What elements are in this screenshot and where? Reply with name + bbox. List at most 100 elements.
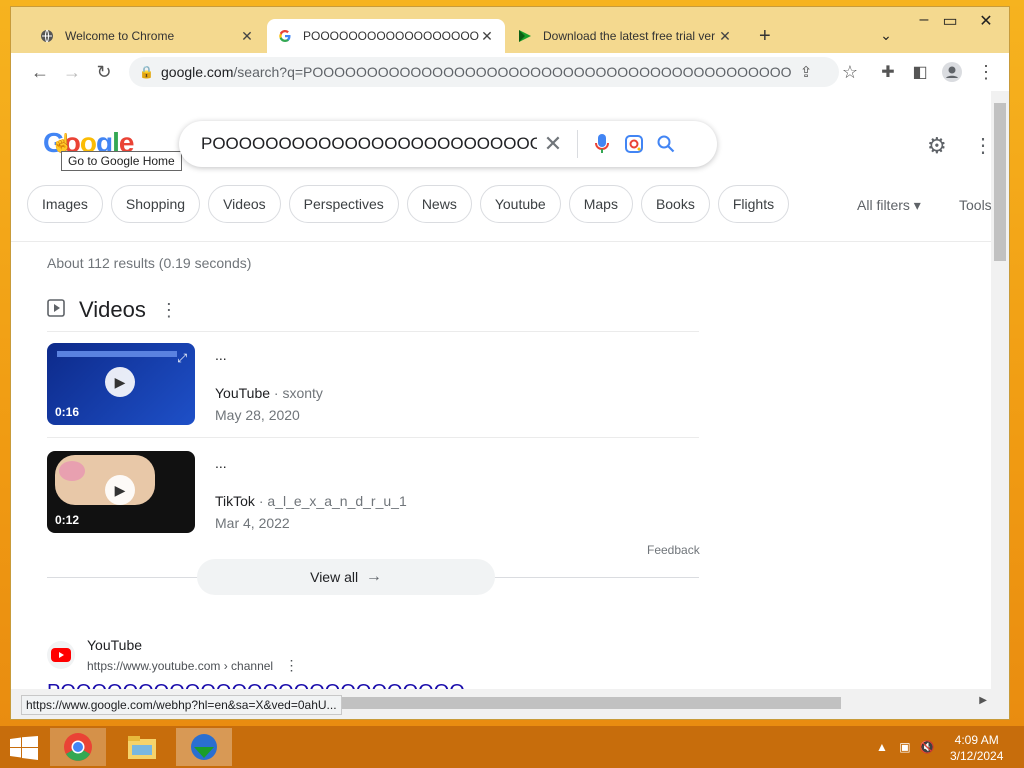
close-tab-icon[interactable]: ✕ <box>717 28 733 45</box>
windows-start-icon[interactable] <box>10 736 38 765</box>
reload-icon[interactable]: ↻ <box>91 59 117 85</box>
url-text: google.com/search?q=POOOOOOOOOOOOOOOOOOO… <box>161 64 791 80</box>
videos-heading: Videos <box>79 297 146 322</box>
system-tray: ▲ ▣ 🔇 <box>876 740 935 754</box>
video-duration: 0:12 <box>55 513 80 527</box>
idm-icon <box>517 28 533 44</box>
video-title[interactable]: ... <box>215 455 407 471</box>
chip-books[interactable]: Books <box>640 185 710 223</box>
filter-chips: Images Shopping Videos Perspectives News… <box>27 185 790 223</box>
share-icon[interactable]: ⇪ <box>793 59 819 85</box>
tab-label: Welcome to Chrome <box>65 29 175 43</box>
more-options-icon[interactable]: ⋮ <box>284 657 298 673</box>
chip-shopping[interactable]: Shopping <box>110 185 201 223</box>
video-date: Mar 4, 2022 <box>215 515 290 531</box>
video-source: TikTok <box>215 493 255 509</box>
all-filters-button[interactable]: All filters ▾ <box>857 197 921 214</box>
volume-muted-icon[interactable]: 🔇 <box>920 740 935 754</box>
lock-icon[interactable]: 🔒 <box>139 65 154 79</box>
chip-youtube[interactable]: Youtube <box>479 185 561 223</box>
tab-download[interactable]: Download the latest free trial ver ✕ <box>507 19 743 53</box>
back-arrow-icon[interactable]: ← <box>27 59 53 85</box>
result-title-link[interactable]: POOOOOOOOOOOOOOOOOOOOOOOOOO <box>47 681 465 689</box>
header-divider <box>11 241 991 242</box>
search-input[interactable]: POOOOOOOOOOOOOOOOOOOOOOOOOOOOOOOOOOOOOO <box>201 134 537 154</box>
video-meta: ... YouTube · sxonty May 28, 2020 <box>215 347 323 423</box>
tab-search-chevron-icon[interactable]: ⌄ <box>871 27 901 44</box>
play-icon: ▶ <box>105 475 135 505</box>
google-apps-grid-icon[interactable]: ⋮⋮ <box>973 133 991 158</box>
chip-flights[interactable]: Flights <box>717 185 790 223</box>
videos-section-header: Videos ⋮ <box>47 297 178 323</box>
video-author: a_l_e_x_a_n_d_r_u_1 <box>267 493 407 509</box>
taskbar: ▲ ▣ 🔇 4:09 AM 3/12/2024 <box>0 726 1024 768</box>
chip-images[interactable]: Images <box>27 185 103 223</box>
video-source: YouTube <box>215 385 271 401</box>
settings-gear-icon[interactable]: ⚙ <box>927 133 947 159</box>
scrollbar-thumb[interactable] <box>341 697 841 709</box>
close-tab-icon[interactable]: ✕ <box>239 28 255 45</box>
show-hidden-icons-icon[interactable]: ▲ <box>876 740 888 754</box>
google-icon <box>277 28 293 44</box>
bookmark-star-icon[interactable]: ☆ <box>837 59 863 85</box>
chip-maps[interactable]: Maps <box>568 185 633 223</box>
clear-search-icon[interactable]: ✕ <box>537 131 569 157</box>
expand-icon: ⤢ <box>177 351 187 365</box>
video-meta: ... TikTok · a_l_e_x_a_n_d_r_u_1 Mar 4, … <box>215 455 407 531</box>
tab-label: Download the latest free trial ver <box>543 29 716 43</box>
extensions-puzzle-icon[interactable]: ✚ <box>875 59 901 85</box>
side-panel-icon[interactable]: ◧ <box>907 59 933 85</box>
idm-taskbar-icon[interactable] <box>176 728 232 766</box>
close-tab-icon[interactable]: ✕ <box>479 28 495 45</box>
logo-tooltip: Go to Google Home <box>61 151 182 171</box>
vertical-scrollbar[interactable] <box>991 91 1009 689</box>
video-thumbnail[interactable]: ▶ 0:12 <box>47 451 195 533</box>
network-icon[interactable]: ▣ <box>899 740 910 754</box>
video-divider <box>47 331 699 332</box>
plus-icon: + <box>759 24 771 47</box>
video-duration: 0:16 <box>55 405 80 419</box>
chip-news[interactable]: News <box>406 185 472 223</box>
file-explorer-icon[interactable] <box>114 728 170 766</box>
feedback-link[interactable]: Feedback <box>647 543 700 557</box>
result-stats: About 112 results (0.19 seconds) <box>47 255 252 271</box>
caret-down-icon: ▾ <box>913 197 921 213</box>
view-all-button[interactable]: View all → <box>197 559 495 595</box>
chrome-taskbar-icon[interactable] <box>50 728 106 766</box>
play-icon: ▶ <box>105 367 135 397</box>
menu-kebab-icon[interactable]: ⋮ <box>973 59 999 85</box>
scrollbar-thumb[interactable] <box>994 103 1006 261</box>
video-date: May 28, 2020 <box>215 407 300 423</box>
new-tab-button[interactable]: + <box>749 19 783 53</box>
tools-button[interactable]: Tools <box>959 197 991 213</box>
taskbar-clock[interactable]: 4:09 AM 3/12/2024 <box>950 732 1003 764</box>
profile-avatar-icon[interactable] <box>939 59 965 85</box>
google-lens-icon[interactable] <box>618 134 650 154</box>
search-divider <box>577 130 578 158</box>
scroll-right-arrow-icon[interactable]: ▶ <box>979 695 987 706</box>
close-window-button[interactable]: ✕ <box>961 11 1011 31</box>
video-author: sxonty <box>282 385 323 401</box>
more-options-icon[interactable]: ⋮ <box>160 300 178 321</box>
video-thumbnail[interactable]: ⤢ ▶ 0:16 <box>47 343 195 425</box>
result-site-name[interactable]: YouTube <box>87 637 142 653</box>
tab-strip: Welcome to Chrome ✕ POOOOOOOOOOOOOOOOOOO… <box>11 7 1009 53</box>
video-divider <box>47 437 699 438</box>
search-box[interactable]: POOOOOOOOOOOOOOOOOOOOOOOOOOOOOOOOOOOOOO … <box>179 121 717 167</box>
chip-perspectives[interactable]: Perspectives <box>288 185 399 223</box>
clock-time: 4:09 AM <box>954 733 999 747</box>
forward-arrow-icon[interactable]: → <box>59 59 85 85</box>
arrow-right-icon: → <box>365 568 382 585</box>
tab-welcome[interactable]: Welcome to Chrome ✕ <box>29 19 265 53</box>
result-url[interactable]: https://www.youtube.com › channel ⋮ <box>87 657 298 674</box>
chip-videos[interactable]: Videos <box>208 185 281 223</box>
video-play-box-icon <box>47 298 65 322</box>
globe-icon <box>39 28 55 44</box>
microphone-icon[interactable] <box>586 133 618 155</box>
address-bar[interactable]: 🔒 google.com/search?q=POOOOOOOOOOOOOOOOO… <box>129 57 839 87</box>
search-icon[interactable] <box>650 135 682 153</box>
video-title[interactable]: ... <box>215 347 323 363</box>
chrome-window: Welcome to Chrome ✕ POOOOOOOOOOOOOOOOOOO… <box>10 6 1010 720</box>
page-content: Google ☝ Go to Google Home POOOOOOOOOOOO… <box>11 91 991 689</box>
tab-google-search[interactable]: POOOOOOOOOOOOOOOOOOOOOOOOOOOOOOOOO ✕ <box>267 19 505 53</box>
